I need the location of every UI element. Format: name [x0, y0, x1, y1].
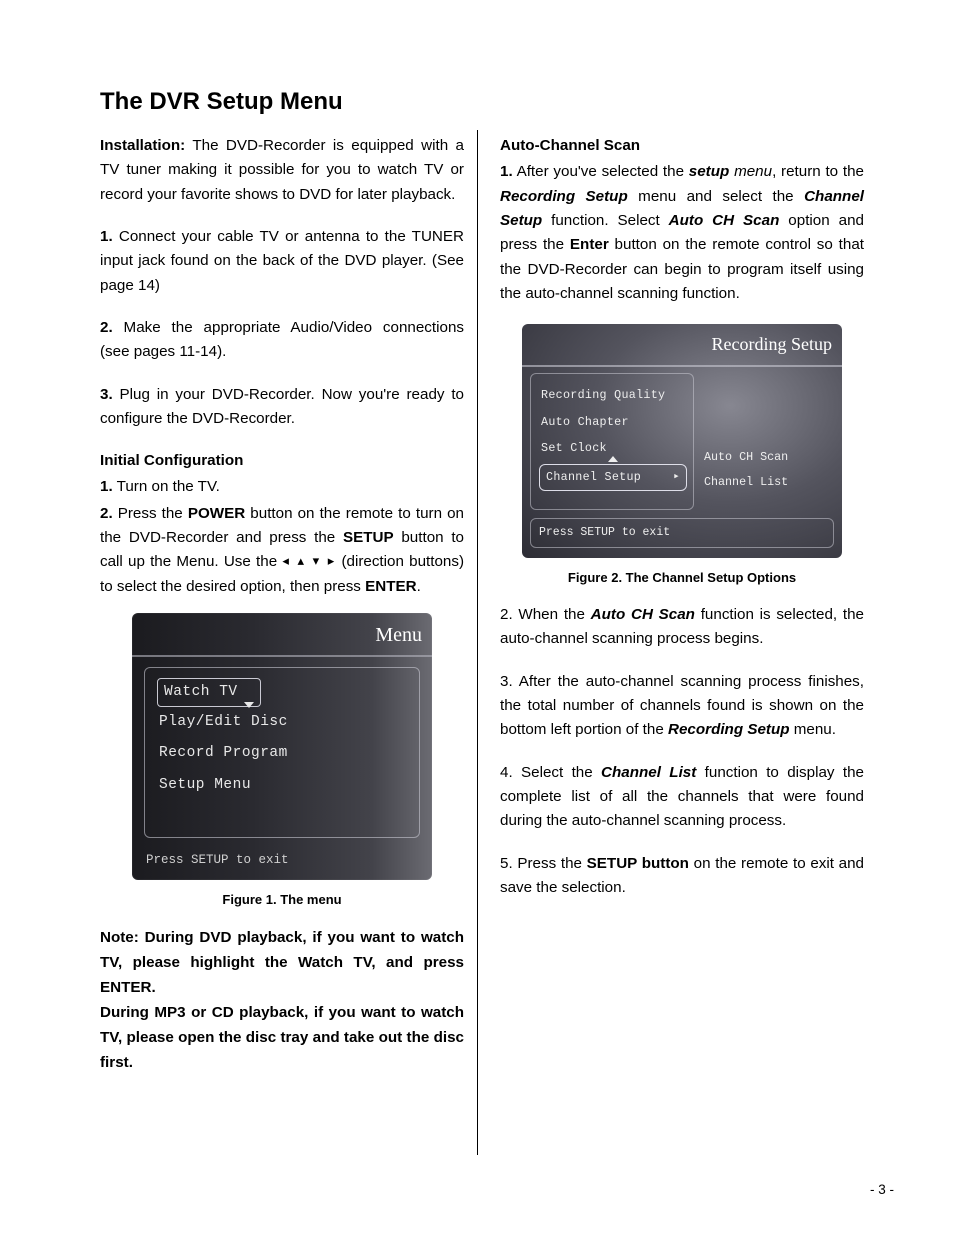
osd2-hint: Press SETUP to exit [530, 518, 834, 548]
osd2-sub-auto-ch-scan: Auto CH Scan [702, 445, 834, 470]
osd2-item-auto-chapter: Auto Chapter [539, 409, 687, 436]
figure-1-caption: Figure 1. The menu [100, 890, 464, 911]
recording-setup-ref: Recording Setup [500, 188, 628, 205]
initconf-step-1: 1. Turn on the TV. [100, 475, 464, 499]
installation-label: Installation: [100, 137, 185, 154]
note-block: Note: During DVD playback, if you want t… [100, 925, 464, 1075]
setup-menu-ref: setup [689, 163, 730, 180]
step-num: 3. [100, 386, 113, 403]
osd-menu-item-play-edit-disc: Play/Edit Disc [157, 707, 409, 738]
acs-step-1: 1. After you've selected the setup menu,… [500, 160, 864, 306]
osd-menu-item-record-program: Record Program [157, 738, 409, 769]
setup-button-label: SETUP button [587, 855, 689, 872]
auto-ch-scan-ref: Auto CH Scan [591, 606, 695, 623]
step-num: 1. [100, 228, 113, 245]
osd2-item-recording-quality: Recording Quality [539, 382, 687, 409]
step-text: Connect your cable TV or antenna to the … [100, 228, 464, 294]
osd-menu-item-setup-menu: Setup Menu [157, 770, 409, 801]
osd-title: Menu [132, 617, 432, 657]
recording-setup-ref: Recording Setup [668, 721, 790, 738]
direction-arrows-icon: ◂ ▴ ▾ ▸ [282, 553, 336, 568]
power-button-label: POWER [188, 505, 245, 522]
auto-ch-scan-ref: Auto CH Scan [669, 212, 780, 229]
osd2-left-pane: Recording Quality Auto Chapter Set Clock… [530, 373, 694, 510]
right-column: Auto-Channel Scan 1. After you've select… [500, 134, 864, 1093]
figure-2-caption: Figure 2. The Channel Setup Options [500, 568, 864, 589]
step-num: 2. [100, 505, 113, 522]
column-divider [477, 130, 478, 1155]
enter-button-label: Enter [570, 236, 609, 253]
osd-hint: Press SETUP to exit [132, 844, 432, 880]
auto-channel-scan-heading: Auto-Channel Scan [500, 134, 864, 158]
menu-word: menu [734, 163, 772, 180]
osd2-right-pane: Auto CH Scan Channel List [702, 373, 834, 510]
step-num: 1. [500, 163, 513, 180]
initconf-step-2: 2. Press the POWER button on the remote … [100, 502, 464, 599]
channel-list-ref: Channel List [601, 764, 696, 781]
acs-step-5: 5. Press the SETUP button on the remote … [500, 852, 864, 901]
osd2-item-channel-setup: Channel Setup ▸ [539, 464, 687, 491]
step-text: Turn on the TV. [113, 478, 220, 495]
left-column: Installation: The DVD-Recorder is equipp… [100, 134, 464, 1093]
installation-intro: Installation: The DVD-Recorder is equipp… [100, 134, 464, 207]
step-text: Make the appropriate Audio/Video connect… [100, 319, 464, 360]
install-step-3: 3. Plug in your DVD-Recorder. Now you're… [100, 383, 464, 432]
page-number: - 3 - [870, 1182, 894, 1197]
page-title: The DVR Setup Menu [100, 88, 864, 116]
acs-step-2: 2. When the Auto CH Scan function is sel… [500, 603, 864, 652]
install-step-2: 2. Make the appropriate Audio/Video conn… [100, 316, 464, 365]
step-text: Plug in your DVD-Recorder. Now you're re… [100, 386, 464, 427]
osd-menu-item-watch-tv: Watch TV [157, 678, 261, 707]
initial-config-heading: Initial Configuration [100, 449, 464, 473]
osd2-title: Recording Setup [522, 324, 842, 367]
chevron-right-icon: ▸ [673, 469, 680, 487]
osd2-sub-channel-list: Channel List [702, 470, 834, 495]
figure-2-osd-recording-setup: Recording Setup Recording Quality Auto C… [522, 324, 842, 558]
step-num: 2. [100, 319, 113, 336]
setup-button-label: SETUP [343, 529, 394, 546]
install-step-1: 1. Connect your cable TV or antenna to t… [100, 225, 464, 298]
acs-step-3: 3. After the auto-channel scanning proce… [500, 670, 864, 743]
figure-1-osd-menu: Menu Watch TV Play/Edit Disc Record Prog… [132, 613, 432, 880]
acs-step-4: 4. Select the Channel List function to d… [500, 761, 864, 834]
osd2-item-label: Channel Setup [546, 468, 641, 487]
step-num: 1. [100, 478, 113, 495]
enter-button-label: ENTER [365, 578, 416, 595]
